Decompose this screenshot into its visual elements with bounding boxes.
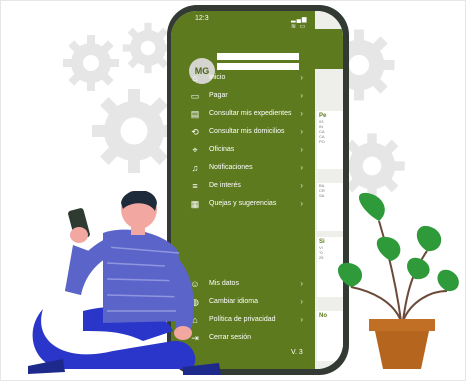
menu-item-label: Consultar mis expedientes — [209, 110, 292, 117]
gear-icon — [92, 89, 176, 173]
menu-item-pagar[interactable]: ▭ Pagar › — [189, 90, 313, 104]
chevron-right-icon: › — [300, 127, 303, 136]
menu-item-label: Consultar mis domicilios — [209, 128, 285, 135]
chevron-right-icon: › — [300, 91, 303, 100]
menu-item-label: De interés — [209, 182, 241, 189]
chevron-right-icon: › — [300, 199, 303, 208]
card-icon: ▭ — [190, 91, 200, 101]
user-id — [217, 63, 299, 70]
menu-item-oficinas[interactable]: ⌖ Oficinas › — [189, 144, 313, 158]
home-icon: ⌂ — [192, 73, 198, 83]
bell-icon: ♫ — [191, 163, 199, 173]
chevron-right-icon: › — [300, 297, 303, 306]
menu-item-label: Inicio — [209, 74, 226, 81]
menu-item-inicio[interactable]: ⌂ Inicio › — [189, 72, 313, 86]
user-name — [217, 53, 299, 60]
card-title: Pe — [319, 113, 327, 119]
menu-item-label: Oficinas — [209, 146, 235, 153]
illustration: Pe 03 IN CA CA PO BA CR SA Si VI "0 25 N… — [0, 0, 466, 381]
status-time: 12:3 — [195, 15, 209, 22]
chevron-right-icon: › — [300, 73, 303, 82]
menu-item-expedientes[interactable]: ▤ Consultar mis expedientes › — [189, 108, 313, 122]
menu-item-notificaciones[interactable]: ♫ Notificaciones › — [189, 162, 313, 176]
person-illustration — [28, 191, 221, 375]
status-icons: ▂▄▆ ≋ ▭ — [291, 17, 308, 30]
content-header — [315, 29, 343, 69]
gear-icon — [63, 35, 119, 91]
location-icon: ⌖ — [192, 145, 198, 155]
chevron-right-icon: › — [300, 145, 303, 154]
chevron-right-icon: › — [300, 315, 303, 324]
plant-illustration — [337, 192, 459, 369]
chevron-right-icon: › — [300, 279, 303, 288]
folder-icon: ▤ — [190, 109, 200, 119]
chevron-right-icon: › — [300, 163, 303, 172]
chevron-right-icon: › — [300, 109, 303, 118]
card-line: PO — [319, 139, 325, 144]
app-version: V. 3 — [291, 349, 303, 356]
content-card[interactable]: Pe 03 IN CA CA PO — [317, 111, 343, 169]
chevron-right-icon: › — [300, 181, 303, 190]
menu-item-label: Pagar — [209, 92, 228, 99]
menu-item-domicilios[interactable]: ⟲ Consultar mis domicilios › — [189, 126, 313, 140]
menu-item-label: Notificaciones — [209, 164, 253, 171]
refresh-icon: ⟲ — [191, 127, 199, 137]
